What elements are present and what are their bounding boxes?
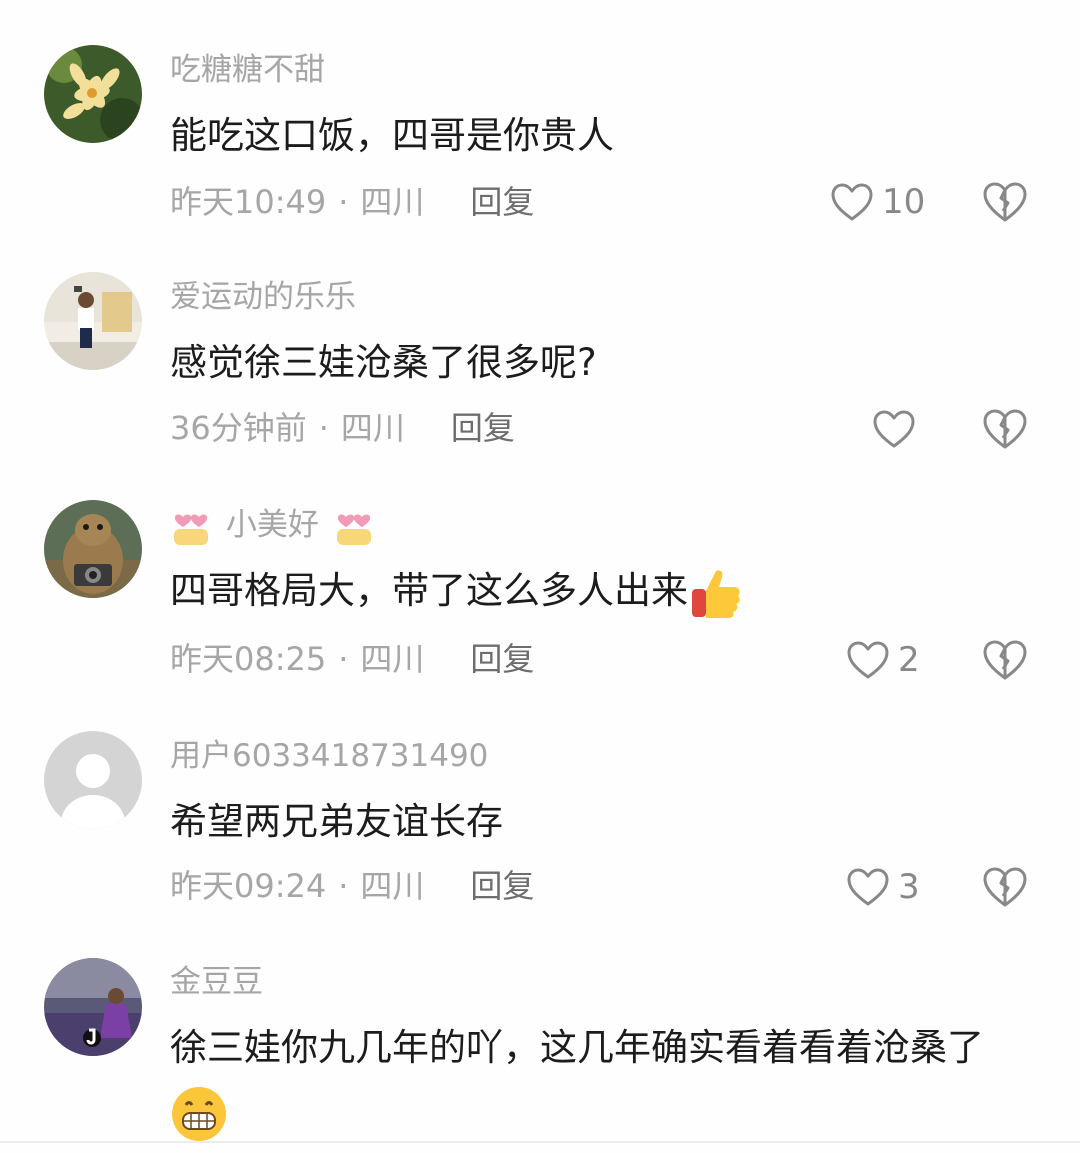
heart-icon [847,868,889,906]
separator-dot: · [338,867,349,905]
comment-username[interactable]: 爱运动的乐乐 [170,275,356,319]
comment-time: 昨天08:25 [170,640,327,678]
heart-hands-emoji [174,514,208,545]
like-button[interactable] [872,407,916,451]
dislike-button[interactable] [982,408,1028,450]
heart-icon [831,183,873,221]
divider [0,1141,1080,1143]
reply-button[interactable]: 回复 [470,640,534,678]
heart-hands-emoji [336,514,371,545]
comment-meta: 36分钟前 · 四川 回复 [170,406,515,450]
broken-heart-icon [983,409,1027,449]
avatar[interactable] [44,272,142,370]
avatar[interactable] [44,731,142,829]
comment-text: 能吃这口饭，四哥是你贵人 [170,114,614,157]
comment-location: 四川 [360,183,425,221]
separator-dot: · [318,409,329,447]
comment-list: 吃糖糖不甜 能吃这口饭，四哥是你贵人 昨天10:49 · 四川 回复 10 爱运… [0,0,1080,1143]
comment-username[interactable]: 吃糖糖不甜 [170,48,325,92]
comment-text: 徐三娃你九几年的吖，这几年确实看着看着沧桑了 [170,1016,1028,1144]
comment-time: 昨天10:49 [170,183,327,221]
comment-location: 四川 [340,409,405,447]
comment-time: 昨天09:24 [170,867,327,905]
like-count: 2 [898,640,920,680]
heart-icon [847,641,889,679]
like-count: 3 [898,867,920,907]
comment-meta: 昨天08:25 · 四川 回复 [170,637,534,681]
comment-text: 希望两兄弟友谊长存 [170,800,503,843]
comment-username[interactable]: 小美好 [170,503,375,547]
thumbs-up-emoji [692,569,740,618]
broken-heart-icon [983,640,1027,680]
reply-button[interactable]: 回复 [470,183,534,221]
heart-icon [873,410,915,448]
comment-meta: 昨天09:24 · 四川 回复 [170,864,534,908]
comment-username[interactable]: 用户6033418731490 [170,734,488,778]
comment-text-content: 四哥格局大，带了这么多人出来 [170,569,688,612]
separator-dot: · [338,183,349,221]
comment-text: 感觉徐三娃沧桑了很多呢? [170,341,597,384]
avatar[interactable] [44,45,142,143]
dislike-button[interactable] [982,639,1028,681]
comment-location: 四川 [360,640,425,678]
like-button[interactable]: 3 [846,865,920,909]
broken-heart-icon [983,867,1027,907]
comment-time: 36分钟前 [170,409,307,447]
reply-button[interactable]: 回复 [470,867,534,905]
comment-location: 四川 [360,867,425,905]
reply-button[interactable]: 回复 [451,409,515,447]
dislike-button[interactable] [982,866,1028,908]
avatar[interactable] [44,500,142,598]
comment-meta: 昨天10:49 · 四川 回复 [170,180,534,224]
comment-username-text: 小美好 [225,507,319,543]
comment-username[interactable]: 金豆豆 [170,960,263,1004]
comment-text: 四哥格局大，带了这么多人出来 [170,559,1028,623]
dislike-button[interactable] [982,181,1028,223]
avatar[interactable] [44,958,142,1056]
like-count: 10 [882,182,926,222]
like-button[interactable]: 2 [846,638,920,682]
broken-heart-icon [983,182,1027,222]
separator-dot: · [338,640,349,678]
comment-text-content: 徐三娃你九几年的吖，这几年确实看着看着沧桑了 [170,1026,984,1069]
grinning-face-emoji [172,1086,226,1141]
like-button[interactable]: 10 [830,180,925,224]
